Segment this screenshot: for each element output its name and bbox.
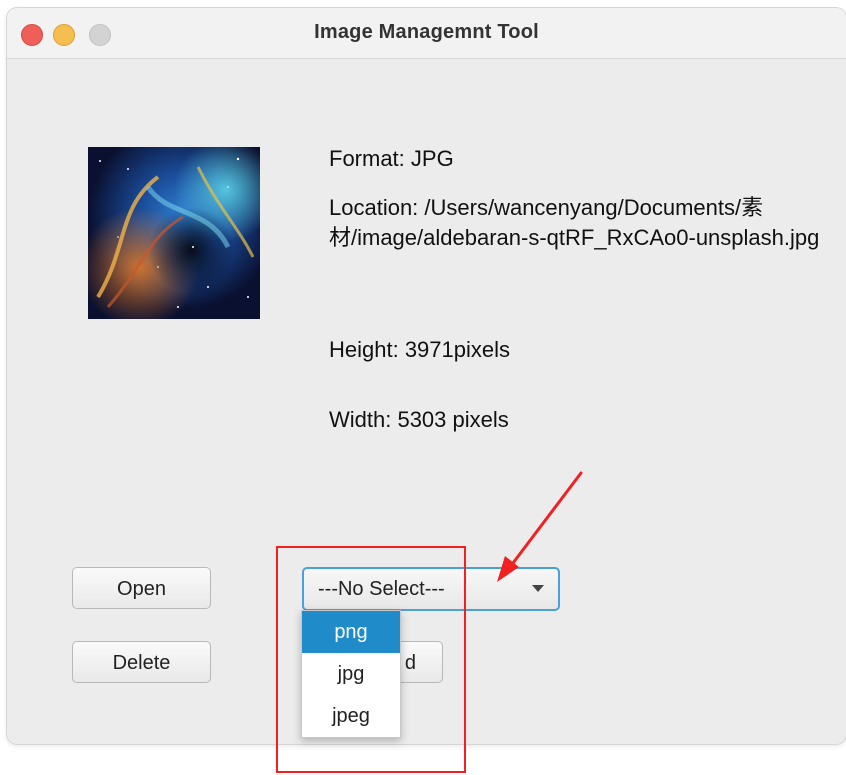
location-label: Location: /Users/wancenyang/Documents/素材… <box>329 195 820 250</box>
app-window: Image Managemnt Tool Format: JPG Locatio… <box>7 8 846 744</box>
format-select-value: ---No Select--- <box>318 578 445 600</box>
obscured-button-label: d <box>404 652 416 674</box>
dropdown-option-jpg[interactable]: jpg <box>302 653 400 695</box>
window-title: Image Managemnt Tool <box>314 21 539 43</box>
image-preview <box>88 147 260 319</box>
screen: Image Managemnt Tool Format: JPG Locatio… <box>0 0 846 775</box>
format-label: Format: JPG <box>329 146 454 171</box>
height-label: Height: 3971pixels <box>329 337 511 362</box>
chevron-down-icon[interactable] <box>532 585 544 592</box>
delete-button[interactable]: Delete <box>72 641 211 683</box>
format-dropdown-list: png jpg jpeg <box>301 610 401 738</box>
open-button[interactable]: Open <box>72 567 211 609</box>
nebula-image <box>88 147 260 319</box>
title-bar[interactable]: Image Managemnt Tool <box>7 8 846 59</box>
dropdown-option-png[interactable]: png <box>302 611 400 653</box>
width-label: Width: 5303 pixels <box>329 407 509 432</box>
dropdown-option-jpeg[interactable]: jpeg <box>302 695 400 737</box>
format-select[interactable]: ---No Select--- <box>302 567 560 611</box>
